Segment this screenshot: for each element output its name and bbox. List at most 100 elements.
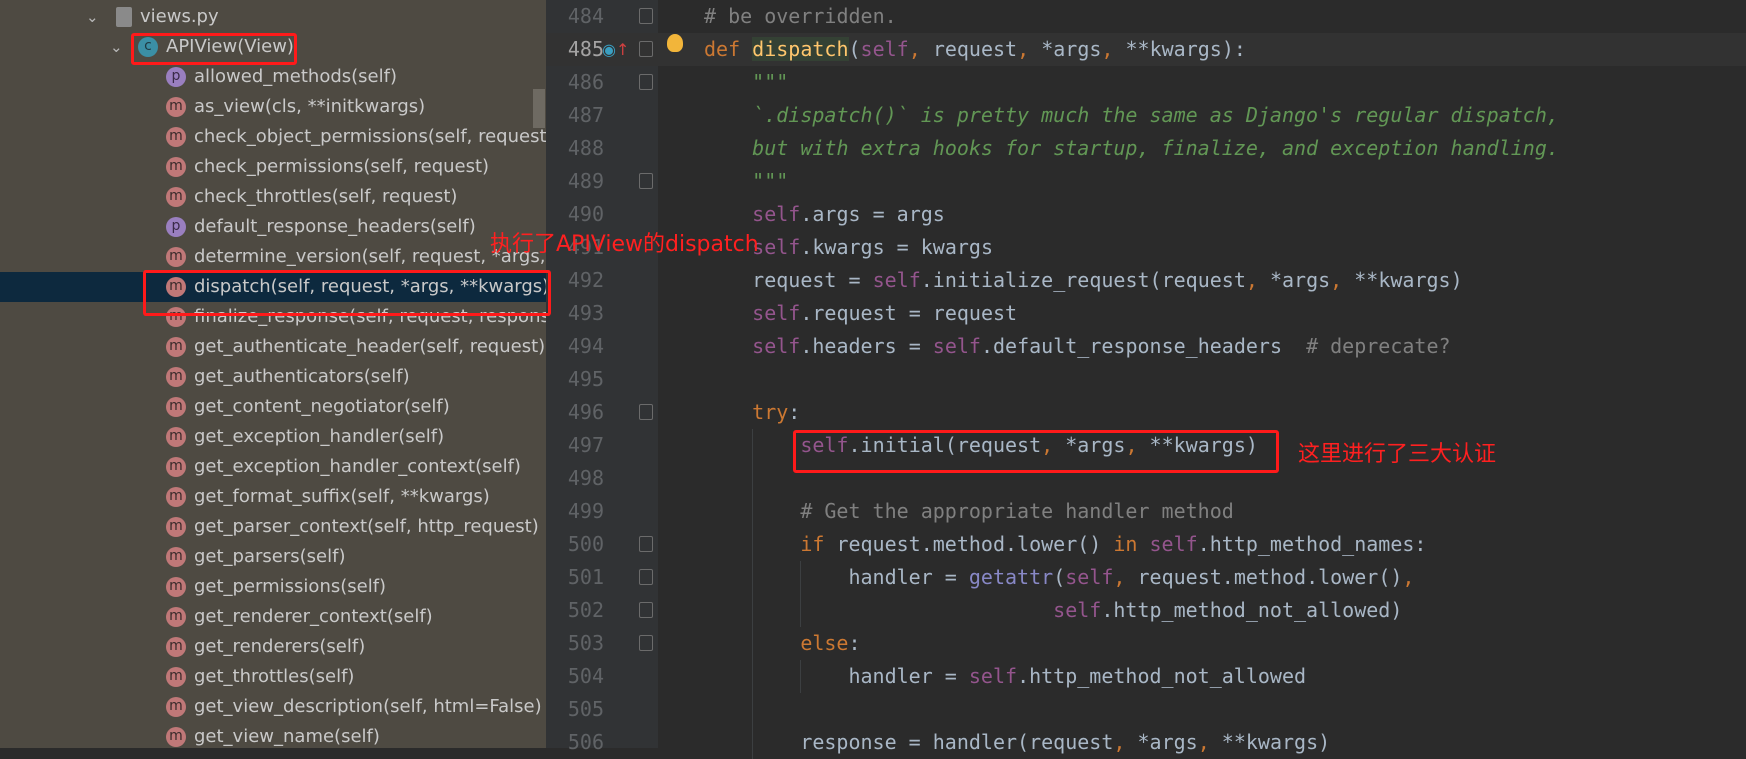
code-token-pl: (: [848, 37, 861, 61]
fold-marker-icon[interactable]: [639, 536, 653, 552]
method-icon: m: [166, 427, 186, 447]
tree-method-item[interactable]: m get_content_negotiator(self): [0, 392, 546, 422]
fold-marker-icon[interactable]: [639, 569, 653, 585]
tree-file-node[interactable]: ⌄ views.py: [0, 2, 546, 32]
tree-method-item[interactable]: m get_authenticate_header(self, request): [0, 332, 546, 362]
tree-method-item[interactable]: m get_renderer_context(self): [0, 602, 546, 632]
structure-panel: ⌄ views.py ⌄ c APIView(View) p allowed_me…: [0, 0, 546, 748]
code-line[interactable]: 496 try:: [546, 396, 1746, 429]
code-line[interactable]: 500 if request.method.lower() in self.htt…: [546, 528, 1746, 561]
line-number: 505: [567, 697, 604, 721]
code-text: # be overridden.: [704, 0, 897, 33]
tree-method-item[interactable]: m get_permissions(self): [0, 572, 546, 602]
method-icon: m: [166, 487, 186, 507]
code-line[interactable]: 502 self.http_method_not_allowed): [546, 594, 1746, 627]
code-line[interactable]: 495: [546, 363, 1746, 396]
indent-guide: [752, 429, 754, 462]
method-icon: m: [166, 97, 186, 117]
tree-method-item[interactable]: m check_object_permissions(self, request,…: [0, 122, 546, 152]
tree-item-label: get_view_name(self): [194, 726, 380, 747]
code-token-pl: .request = request: [800, 301, 1018, 325]
code-line[interactable]: 503 else:: [546, 627, 1746, 660]
code-token-pl: .kwargs = kwargs: [800, 235, 993, 259]
code-token-pl: **kwargs): [1221, 730, 1331, 754]
code-line[interactable]: 506 response = handler(request, *args, **…: [546, 726, 1746, 759]
tree-method-item[interactable]: m get_parser_context(self, http_request): [0, 512, 546, 542]
code-token-fn: dispatch: [752, 37, 849, 61]
line-number: 488: [567, 136, 604, 160]
indent-guide: [800, 660, 802, 693]
code-line[interactable]: 492 request = self.initialize_request(req…: [546, 264, 1746, 297]
python-file-icon: [116, 7, 132, 27]
code-line[interactable]: 485 def dispatch(self, request, *args, **…: [546, 33, 1746, 66]
code-line[interactable]: 493 self.request = request: [546, 297, 1746, 330]
code-token-kw: def: [704, 37, 753, 61]
code-text: self.args = args: [752, 198, 945, 231]
tree-method-item[interactable]: m get_renderers(self): [0, 632, 546, 662]
indent-guide: [752, 561, 754, 594]
code-line[interactable]: 487 `.dispatch()` is pretty much the same…: [546, 99, 1746, 132]
tree-item-label: get_renderers(self): [194, 636, 366, 657]
tree-method-item[interactable]: p allowed_methods(self): [0, 62, 546, 92]
tree-item-label: get_view_description(self, html=False): [194, 696, 542, 717]
tree-item-label: get_parser_context(self, http_request): [194, 516, 539, 537]
tree-item-label: get_renderer_context(self): [194, 606, 433, 627]
tree-method-item[interactable]: m get_authenticators(self): [0, 362, 546, 392]
tree-method-item[interactable]: m get_format_suffix(self, **kwargs): [0, 482, 546, 512]
tree-method-item[interactable]: m check_throttles(self, request): [0, 182, 546, 212]
line-number: 504: [567, 664, 604, 688]
code-token-cma: ,: [1113, 730, 1138, 754]
lightbulb-icon[interactable]: [667, 34, 683, 52]
fold-marker-icon[interactable]: [639, 74, 653, 90]
code-token-self: self: [752, 334, 801, 358]
tree-item-label: check_throttles(self, request): [194, 186, 458, 207]
indent-guide: [752, 594, 754, 627]
tree-method-item[interactable]: m determine_version(self, request, *args,…: [0, 242, 546, 272]
code-text: handler = self.http_method_not_allowed: [848, 660, 1306, 693]
method-icon: m: [166, 127, 186, 147]
code-token-pl: handler =: [848, 664, 969, 688]
code-line[interactable]: 499 # Get the appropriate handler method: [546, 495, 1746, 528]
fold-marker-icon[interactable]: [639, 635, 653, 651]
tree-method-item[interactable]: m as_view(cls, **initkwargs): [0, 92, 546, 122]
code-line[interactable]: 488 but with extra hooks for startup, fin…: [546, 132, 1746, 165]
tree-method-item[interactable]: m get_exception_handler(self): [0, 422, 546, 452]
tree-item-label: get_authenticators(self): [194, 366, 410, 387]
tree-method-item[interactable]: m check_permissions(self, request): [0, 152, 546, 182]
code-text: self.request = request: [752, 297, 1017, 330]
code-token-self: self: [932, 334, 981, 358]
tree-method-item[interactable]: m get_exception_handler_context(self): [0, 452, 546, 482]
chevron-down-icon[interactable]: ⌄: [86, 2, 99, 32]
line-number: 503: [567, 631, 604, 655]
fold-marker-icon[interactable]: [639, 41, 653, 57]
annotation-box-dispatch: [143, 270, 546, 316]
chevron-down-icon[interactable]: ⌄: [110, 32, 123, 62]
code-token-bi: getattr: [968, 565, 1054, 589]
tree-method-item[interactable]: m get_view_description(self, html=False): [0, 692, 546, 722]
code-line[interactable]: 505: [546, 693, 1746, 726]
code-line[interactable]: 484 # be overridden.: [546, 0, 1746, 33]
code-token-doc: """: [752, 70, 789, 94]
code-line[interactable]: 486 """: [546, 66, 1746, 99]
code-token-cma: ,: [1113, 565, 1138, 589]
code-line[interactable]: 501 handler = getattr(self, request.metho…: [546, 561, 1746, 594]
code-line[interactable]: 504 handler = self.http_method_not_allowe…: [546, 660, 1746, 693]
fold-marker-icon[interactable]: [639, 602, 653, 618]
fold-marker-icon[interactable]: [639, 8, 653, 24]
tree-method-item[interactable]: m get_throttles(self): [0, 662, 546, 692]
line-number: 502: [567, 598, 604, 622]
code-text: try:: [752, 396, 800, 429]
tree-method-item[interactable]: m get_view_name(self): [0, 722, 546, 748]
fold-marker-icon[interactable]: [639, 173, 653, 189]
sidebar-scrollbar[interactable]: [533, 89, 545, 128]
tree-method-item[interactable]: p default_response_headers(self): [0, 212, 546, 242]
code-token-kw: else: [800, 631, 849, 655]
code-line[interactable]: 489 """: [546, 165, 1746, 198]
fold-marker-icon[interactable]: [639, 404, 653, 420]
code-line[interactable]: 494 self.headers = self.default_response_…: [546, 330, 1746, 363]
override-marker-icon[interactable]: ◉↑: [602, 40, 629, 59]
indent-guide: [752, 693, 754, 726]
code-text: """: [752, 165, 788, 198]
tree-method-item[interactable]: m get_parsers(self): [0, 542, 546, 572]
line-number: 493: [567, 301, 604, 325]
